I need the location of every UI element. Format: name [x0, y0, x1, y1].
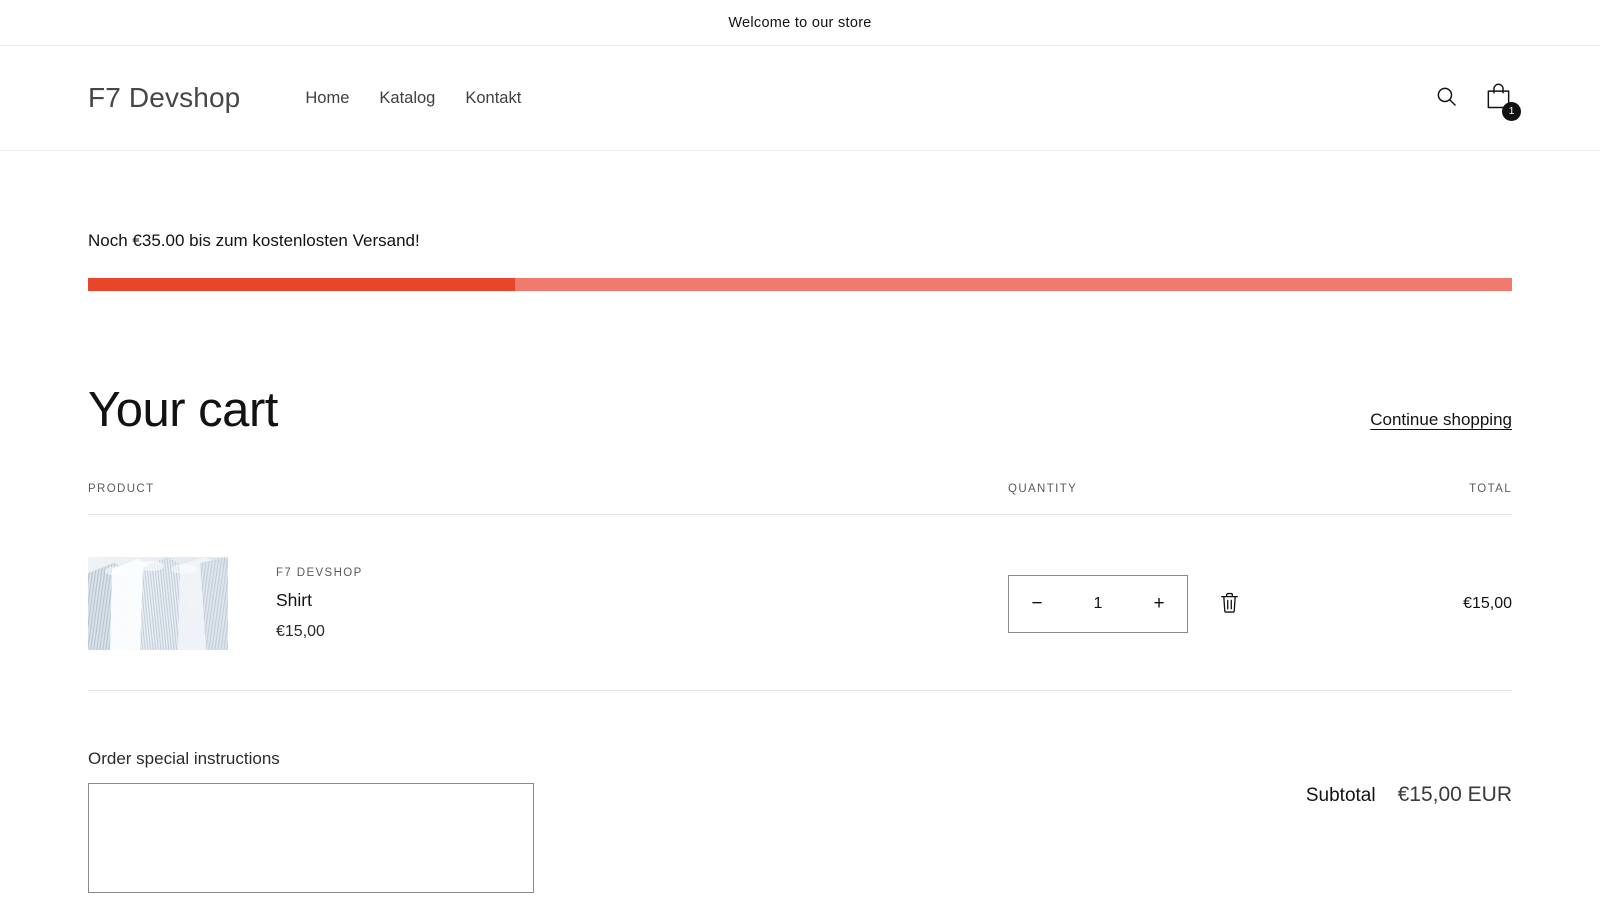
brand-logo[interactable]: F7 Devshop: [88, 82, 240, 114]
cart-item-quantity-cell: − 1 +: [1008, 514, 1368, 691]
quantity-input[interactable]: 1: [1065, 595, 1131, 613]
page-title: Your cart: [88, 383, 278, 437]
search-button[interactable]: [1434, 84, 1459, 112]
cart-items-table: PRODUCT QUANTITY TOTAL F7 DEVSHOP Shirt …: [88, 483, 1512, 691]
product-info: F7 DEVSHOP Shirt €15,00: [88, 557, 1008, 650]
site-header: F7 Devshop Home Katalog Kontakt 1: [0, 46, 1600, 151]
product-title-link[interactable]: Shirt: [276, 590, 363, 611]
column-header-product: PRODUCT: [88, 483, 1008, 515]
product-vendor: F7 DEVSHOP: [276, 566, 363, 579]
page-content: Noch €35.00 bis zum kostenlosten Versand…: [0, 151, 1600, 898]
cart-item-product-cell: F7 DEVSHOP Shirt €15,00: [88, 514, 1008, 691]
column-header-total: TOTAL: [1368, 483, 1512, 515]
product-unit-price: €15,00: [276, 622, 325, 640]
order-instructions-input[interactable]: [88, 783, 534, 893]
announcement-text: Welcome to our store: [728, 14, 872, 31]
order-instructions-group: Order special instructions: [88, 749, 534, 898]
main-navigation: Home Katalog Kontakt: [290, 83, 536, 114]
trash-icon: [1220, 592, 1239, 616]
announcement-bar: Welcome to our store: [0, 0, 1600, 46]
shirt-image: [88, 557, 228, 650]
quantity-stepper[interactable]: − 1 +: [1008, 574, 1188, 633]
nav-item-katalog[interactable]: Katalog: [364, 83, 450, 114]
quantity-decrease-button[interactable]: −: [1009, 576, 1065, 632]
quantity-increase-button[interactable]: +: [1131, 576, 1187, 632]
continue-shopping-link[interactable]: Continue shopping: [1370, 410, 1512, 435]
progress-bar-track: [88, 278, 1512, 291]
subtotal-value: €15,00 EUR: [1397, 783, 1512, 806]
header-actions: 1: [1434, 82, 1521, 121]
free-shipping-message: Noch €35.00 bis zum kostenlosten Versand…: [88, 231, 420, 250]
table-row: F7 DEVSHOP Shirt €15,00 − 1 + €15,00: [88, 514, 1512, 691]
cart-header: Your cart Continue shopping: [88, 291, 1512, 435]
search-icon: [1434, 84, 1459, 112]
cart-table-body: F7 DEVSHOP Shirt €15,00 − 1 + €15,00: [88, 514, 1512, 691]
remove-item-button[interactable]: [1214, 586, 1245, 622]
order-instructions-label: Order special instructions: [88, 749, 280, 768]
quantity-controls: − 1 +: [1008, 574, 1368, 633]
cart-footer: Order special instructions Subtotal €15,…: [88, 691, 1512, 898]
progress-bar-fill: [88, 278, 516, 291]
cart-table-head: PRODUCT QUANTITY TOTAL: [88, 483, 1512, 515]
free-shipping-progress: Noch €35.00 bis zum kostenlosten Versand…: [88, 151, 1512, 291]
product-details: F7 DEVSHOP Shirt €15,00: [276, 567, 363, 641]
product-thumbnail[interactable]: [88, 557, 228, 650]
subtotal-label: Subtotal: [1305, 785, 1376, 806]
cart-count-badge: 1: [1502, 102, 1521, 121]
cart-item-total: €15,00: [1368, 514, 1512, 691]
column-header-quantity: QUANTITY: [1008, 483, 1368, 515]
cart-table-header-row: PRODUCT QUANTITY TOTAL: [88, 483, 1512, 515]
cart-button[interactable]: 1: [1485, 82, 1521, 121]
nav-item-kontakt[interactable]: Kontakt: [450, 83, 536, 114]
cart-totals: Subtotal €15,00 EUR: [1306, 749, 1512, 807]
nav-item-home[interactable]: Home: [290, 83, 364, 114]
